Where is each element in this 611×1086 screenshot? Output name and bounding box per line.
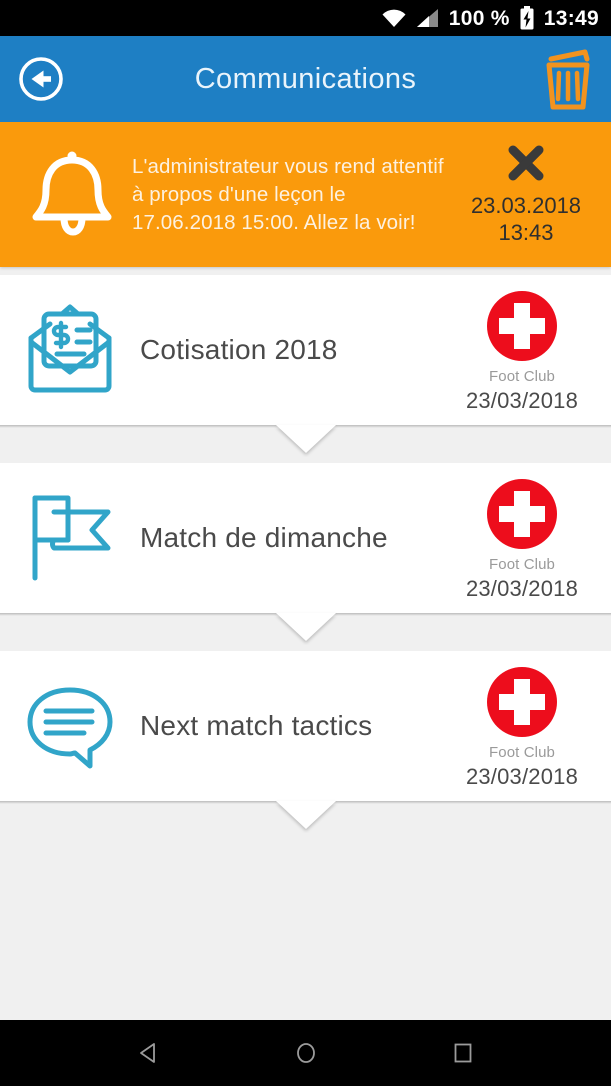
android-back-icon (139, 1043, 155, 1063)
status-bar-icons: 100 % 13:49 (381, 6, 599, 30)
android-home-icon (296, 1043, 315, 1063)
nav-back-button[interactable] (119, 1023, 179, 1083)
message-icon-container (0, 275, 140, 425)
chevron-down-icon (275, 613, 336, 641)
invoice-envelope-icon (28, 304, 112, 393)
clock-label: 13:49 (543, 6, 599, 30)
page-title: Communications (194, 62, 417, 95)
message-card[interactable]: Match de dimanche Foot Club 23/03/2018 (0, 463, 611, 613)
notification-message: L'administrateur vous rend attentif à pr… (132, 154, 444, 234)
nav-home-button[interactable] (276, 1023, 336, 1083)
notification-date: 23.03.2018 (470, 192, 582, 218)
club-name: Foot Club (489, 368, 555, 385)
club-name: Foot Club (489, 744, 555, 761)
message-date: 23/03/2018 (465, 764, 579, 789)
notification-timestamp: 23.03.2018 13:43 (471, 192, 581, 246)
flag-icon (32, 495, 111, 581)
swiss-cross-logo (486, 290, 558, 362)
delete-all-button[interactable] (535, 43, 601, 115)
battery-percent-label: 100 % (448, 6, 510, 30)
chevron-down-icon (275, 425, 336, 453)
card-divider-notch (0, 613, 611, 643)
notification-right-column: 23.03.2018 13:43 (455, 144, 597, 246)
message-card[interactable]: Cotisation 2018 Foot Club 23/03/2018 (0, 275, 611, 425)
card-divider-notch (0, 425, 611, 455)
message-meta: Foot Club 23/03/2018 (447, 286, 597, 414)
speech-bubble-icon (27, 687, 113, 769)
close-x-icon (508, 145, 544, 180)
club-name: Foot Club (489, 556, 555, 573)
message-card-wrapper: Next match tactics Foot Club 23/03/2018 (0, 651, 611, 831)
message-card-wrapper: Cotisation 2018 Foot Club 23/03/2018 (0, 275, 611, 455)
notification-time: 13:43 (498, 219, 554, 245)
bell-icon (32, 151, 112, 235)
android-nav-bar (0, 1020, 611, 1086)
message-date: 23/03/2018 (465, 576, 579, 601)
message-icon-container (0, 463, 140, 613)
battery-charging-icon (520, 6, 534, 30)
notification-banner[interactable]: L'administrateur vous rend attentif à pr… (0, 122, 611, 267)
message-meta: Foot Club 23/03/2018 (447, 474, 597, 602)
card-divider-notch (0, 801, 611, 831)
message-card[interactable]: Next match tactics Foot Club 23/03/2018 (0, 651, 611, 801)
swiss-cross-logo (486, 666, 558, 738)
android-recents-icon (454, 1043, 471, 1063)
message-icon-container (0, 651, 140, 801)
notification-close-button[interactable] (507, 144, 545, 182)
trash-icon (546, 49, 590, 110)
message-title: Cotisation 2018 (140, 334, 338, 365)
message-card-wrapper: Match de dimanche Foot Club 23/03/2018 (0, 463, 611, 643)
notification-bell-container (16, 147, 128, 243)
message-date: 23/03/2018 (465, 388, 579, 413)
message-list[interactable]: L'administrateur vous rend attentif à pr… (0, 122, 611, 1020)
chevron-down-icon (275, 801, 336, 829)
swiss-cross-logo (486, 478, 558, 550)
cellular-signal-icon (416, 9, 438, 27)
wifi-icon (382, 9, 406, 27)
message-meta: Foot Club 23/03/2018 (447, 662, 597, 790)
app-root: 100 % 13:49 Communications L'administrat… (0, 0, 611, 1086)
nav-recents-button[interactable] (433, 1023, 493, 1083)
message-title: Next match tactics (140, 710, 373, 741)
app-bar: Communications (0, 36, 611, 122)
back-arrow-circle-icon (19, 57, 63, 101)
message-title: Match de dimanche (140, 522, 388, 553)
back-button[interactable] (6, 44, 76, 114)
status-bar: 100 % 13:49 (0, 0, 611, 36)
